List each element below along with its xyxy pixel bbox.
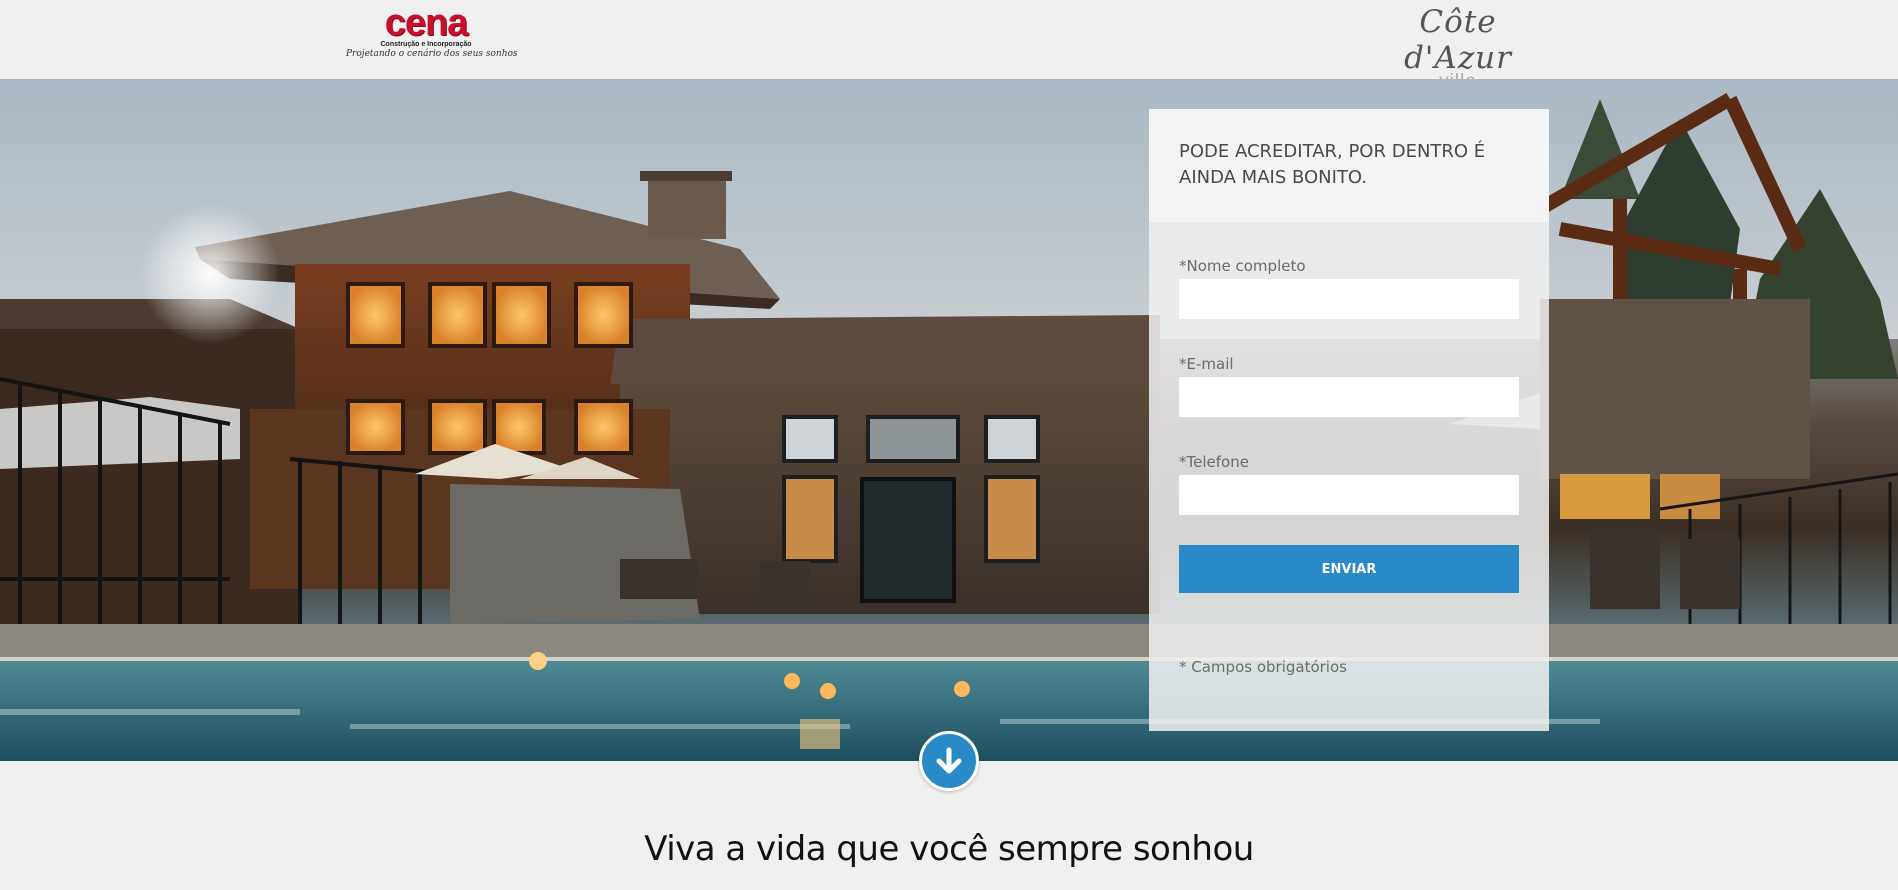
hero-image (0, 79, 1898, 761)
required-fields-note: * Campos obrigatórios (1179, 658, 1347, 676)
email-field[interactable] (1179, 377, 1519, 417)
cena-tagline: Construção e Incorporação (380, 41, 472, 48)
section-title: Viva a vida que você sempre sonhou (644, 829, 1254, 869)
cena-logo[interactable]: cena Construção e Incorporação Projetand… (346, 2, 518, 60)
site-header: cena Construção e Incorporação Projetand… (0, 0, 1898, 91)
phone-field[interactable] (1179, 475, 1519, 515)
cote-dazur-script: Côte d'Azur (1404, 4, 1512, 76)
arrow-down-icon (936, 747, 962, 774)
scroll-down-button[interactable] (919, 731, 979, 791)
cote-dazur-logo[interactable]: Côte d'Azur ville (1366, 4, 1550, 91)
submit-button[interactable]: ENVIAR (1179, 545, 1519, 593)
form-header: PODE ACREDITAR, POR DENTRO É AINDA MAIS … (1149, 109, 1549, 222)
contact-form: PODE ACREDITAR, POR DENTRO É AINDA MAIS … (1149, 109, 1549, 731)
lodge-pool-illustration (0, 79, 1898, 761)
cena-wordmark: cena (384, 2, 469, 44)
name-field-label: *Nome completo (1179, 257, 1306, 275)
cena-slogan: Projetando o cenário dos seus sonhos (346, 49, 518, 59)
name-field[interactable] (1179, 279, 1519, 319)
phone-field-label: *Telefone (1179, 453, 1249, 471)
form-title: PODE ACREDITAR, POR DENTRO É AINDA MAIS … (1179, 141, 1486, 188)
email-field-label: *E-mail (1179, 355, 1234, 373)
